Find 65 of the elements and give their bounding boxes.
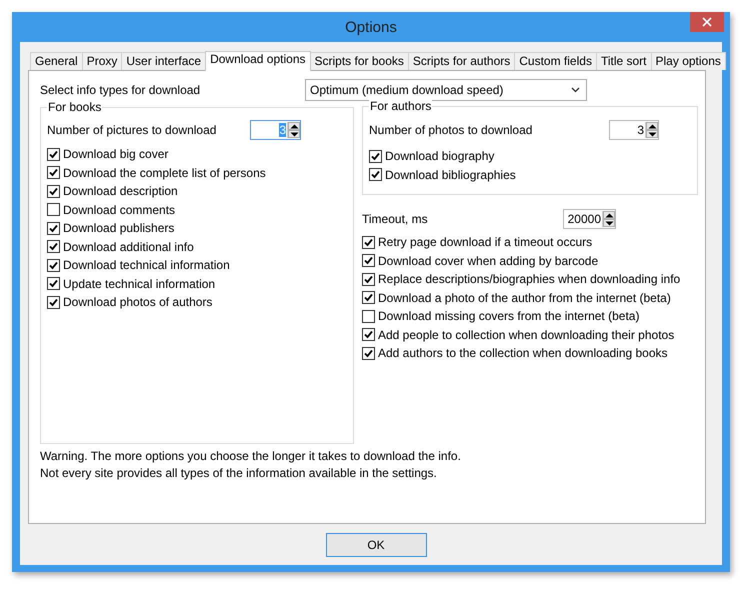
checkbox[interactable]: [362, 236, 375, 249]
field-label: Number of pictures to download: [47, 123, 216, 137]
tab[interactable]: Proxy: [82, 52, 122, 70]
down-arrow-icon[interactable]: [290, 132, 298, 136]
checkbox[interactable]: [362, 328, 375, 342]
checkbox-label: Download a photo of the author from the internet (beta): [378, 290, 671, 305]
tab[interactable]: Play options: [650, 52, 726, 70]
checkbox[interactable]: [47, 148, 60, 161]
field-label: Select info types for download: [40, 83, 202, 97]
close-icon: [702, 17, 712, 27]
group-title: For authors: [369, 99, 432, 113]
number-spinner[interactable]: 20000: [562, 209, 616, 229]
checkbox[interactable]: [47, 296, 60, 309]
checkbox-label: Download bibliographies: [385, 168, 516, 182]
down-arrow-icon[interactable]: [604, 220, 614, 226]
tab[interactable]: Download options: [205, 51, 310, 71]
checkbox[interactable]: [47, 222, 60, 235]
checkbox[interactable]: [47, 166, 60, 180]
number-spinner[interactable]: 3: [609, 120, 659, 140]
tab[interactable]: Scripts for authors: [408, 52, 516, 70]
dropdown-value: Optimum (medium download speed): [310, 83, 504, 97]
checkbox-label: Download the complete list of persons: [63, 166, 266, 180]
checkbox-label: Download cover when adding by barcode: [378, 254, 598, 268]
checkbox-label: Replace descriptions/biographies when downloading info: [378, 272, 680, 286]
checkbox[interactable]: [362, 310, 375, 323]
close-button[interactable]: [690, 12, 724, 32]
checkbox-label: Download description: [63, 184, 178, 198]
checkbox[interactable]: [362, 291, 375, 304]
checkbox[interactable]: [47, 240, 60, 254]
checkbox-label: Retry page download if a timeout occurs: [378, 235, 592, 250]
warning-text: Warning. The more options you choose the longer it takes to download the info.: [40, 448, 462, 465]
checkbox[interactable]: [47, 277, 60, 290]
checkbox[interactable]: [47, 258, 60, 272]
checkbox-label: Download publishers: [63, 221, 174, 236]
info-type-dropdown[interactable]: Optimum (medium download speed): [305, 79, 587, 101]
group-title: For books: [47, 100, 102, 114]
ok-button[interactable]: OK: [326, 533, 426, 557]
checkbox[interactable]: [362, 272, 375, 286]
up-arrow-icon[interactable]: [290, 124, 298, 128]
checkbox-label: Update technical information: [63, 276, 216, 291]
chevron-icon: [571, 87, 580, 93]
checkbox-label: Download photos of authors: [63, 295, 212, 310]
field-label: Number of photos to download: [369, 123, 532, 137]
checkbox[interactable]: [362, 346, 375, 360]
checkbox[interactable]: [369, 168, 382, 182]
checkbox[interactable]: [47, 203, 60, 216]
checkbox-label: Download biography: [385, 149, 494, 164]
warning-text: Not every site provides all types of the information available in the settings.: [40, 465, 438, 482]
checkbox[interactable]: [369, 150, 382, 163]
checkbox-label: Download additional info: [63, 240, 194, 254]
checkbox-label: Download technical information: [63, 258, 230, 272]
up-arrow-icon[interactable]: [604, 212, 614, 218]
field-label: Timeout, ms: [362, 212, 428, 226]
checkbox-label: Download comments: [63, 202, 176, 217]
checkbox[interactable]: [47, 184, 60, 198]
checkbox-label: Add people to collection when downloading their photos: [378, 328, 674, 342]
up-arrow-icon[interactable]: [648, 124, 656, 128]
down-arrow-icon[interactable]: [648, 132, 656, 136]
tab[interactable]: General: [30, 52, 83, 70]
checkbox-label: Add authors to the collection when downloading books: [378, 346, 668, 360]
checkbox[interactable]: [362, 254, 375, 268]
checkbox-label: Download big cover: [63, 147, 168, 162]
checkbox-label: Download missing covers from the internet (beta): [378, 309, 640, 324]
tab[interactable]: Scripts for books: [310, 52, 409, 70]
window-title: Options: [345, 18, 397, 36]
